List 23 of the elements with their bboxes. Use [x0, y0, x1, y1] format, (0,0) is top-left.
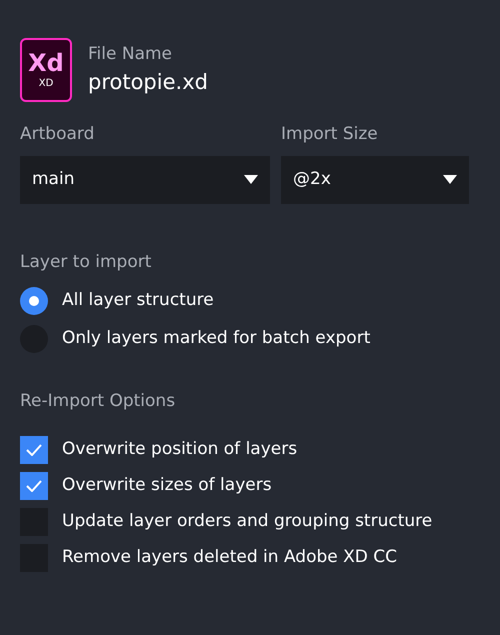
select-label: Artboard	[20, 123, 96, 146]
dropdown[interactable]: @2x	[281, 156, 469, 204]
radio-button[interactable]	[20, 287, 48, 315]
file-name: protopie.xd	[88, 69, 208, 96]
radio-label: Only layers marked for batch export	[62, 327, 370, 350]
section-label: Layer to import	[20, 250, 152, 274]
checkbox-label: Update layer orders and grouping structure	[62, 510, 432, 533]
icon-letters: Xd	[28, 51, 64, 75]
section-label: Re-Import Options	[20, 390, 176, 413]
dropdown[interactable]: main	[20, 156, 270, 204]
caret-icon	[244, 175, 258, 184]
check-icon	[26, 444, 42, 456]
caret-icon	[443, 175, 457, 184]
radio-label: All layer structure	[62, 289, 214, 312]
checkbox-label: Overwrite position of layers	[62, 438, 298, 461]
icon-caption: XD	[38, 79, 54, 89]
check-icon	[26, 480, 42, 492]
checkbox-label: Remove layers deleted in Adobe XD CC	[62, 546, 398, 569]
select-label: Import Size	[281, 123, 379, 146]
checkbox-label: Overwrite sizes of layers	[62, 474, 272, 497]
file-name-label: File Name	[88, 42, 174, 66]
checkbox[interactable]	[20, 472, 48, 500]
checkbox[interactable]	[20, 436, 48, 464]
